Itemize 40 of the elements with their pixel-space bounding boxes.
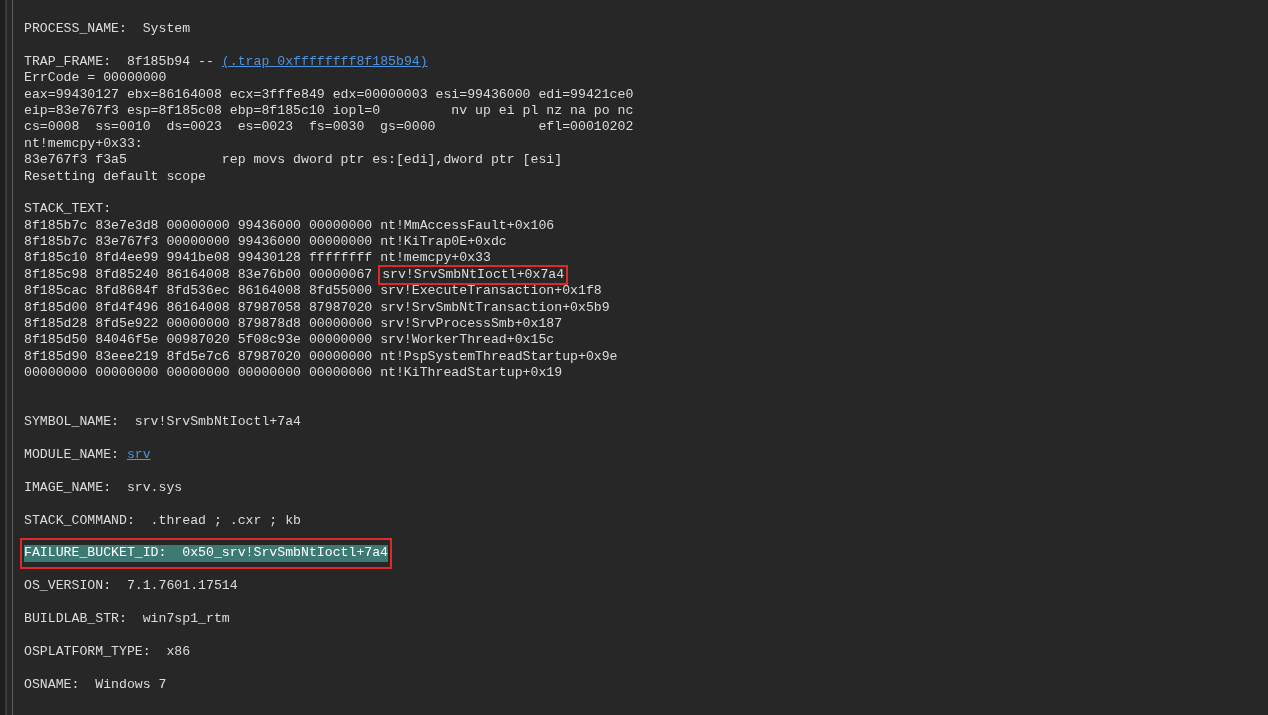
output-text: MODULE_NAME: <box>24 447 120 464</box>
stack-function: srv!SrvSmbNtIoctl+0x7a4 <box>378 264 569 286</box>
output-line: STACK_COMMAND: .thread ; .cxr ; kb <box>24 512 301 530</box>
output-text: TRAP_FRAME: 8f185b94 -- <box>24 53 215 71</box>
output-line: PROCESS_NAME: System <box>24 21 191 38</box>
output-line: BUILDLAB_STR: win7sp1_rtm <box>24 611 230 628</box>
stack-function: srv!SrvSmbNtTransaction+0x5b9 <box>380 299 610 317</box>
stack-function: nt!MmAccessFault+0x106 <box>380 217 555 235</box>
stack-frame-values: 8f185d50 84046f5e 00987020 5f08c93e 00000000 <box>24 332 374 349</box>
stack-function: nt!KiThreadStartup+0x19 <box>380 365 563 382</box>
output-line: eip=83e767f3 esp=8f185c08 ebp=8f185c10 iopl=0 nv up ei pl nz na po nc <box>24 102 634 120</box>
stack-function: nt!PspSystemThreadStartup+0x9e <box>380 348 618 366</box>
stack-function: nt!memcpy+0x33 <box>380 250 491 267</box>
output-line: SYMBOL_NAME: srv!SrvSmbNtIoctl+7a4 <box>24 414 301 431</box>
output-line: nt!memcpy+0x33: <box>24 135 143 153</box>
output-line: ErrCode = 00000000 <box>24 70 167 87</box>
stack-function: srv!WorkerThread+0x15c <box>380 332 555 349</box>
stack-frame-values: 8f185b7c 83e7e3d8 00000000 99436000 00000000 <box>24 217 374 235</box>
stack-function: nt!KiTrap0E+0xdc <box>380 234 507 251</box>
stack-frame-values: 8f185b7c 83e767f3 00000000 99436000 00000000 <box>24 234 374 251</box>
stack-frame-values: 8f185d28 8fd5e922 00000000 879878d8 00000000 <box>24 316 374 333</box>
stack-frame-values: 00000000 00000000 00000000 00000000 00000000 <box>24 365 374 382</box>
stack-function: srv!ExecuteTransaction+0x1f8 <box>380 283 602 300</box>
output-line: OS_VERSION: 7.1.7601.17514 <box>24 578 238 595</box>
output-line: Resetting default scope <box>24 168 207 185</box>
command-link[interactable]: srv <box>126 447 151 464</box>
stack-frame-values: 8f185cac 8fd8684f 8fd536ec 86164008 8fd55000 <box>24 283 374 300</box>
stack-frame-values: 8f185c98 8fd85240 86164008 83e76b00 00000067 <box>24 266 374 284</box>
output-line: OSNAME: Windows 7 <box>24 676 167 693</box>
output-line: eax=99430127 ebx=86164008 ecx=3fffe849 edx=00000003 esi=99436000 edi=99421ce0 <box>24 86 634 103</box>
output-line: cs=0008 ss=0010 ds=0023 es=0023 fs=0030 gs=0000 efl=00010202 <box>24 119 634 136</box>
output-line: IMAGE_NAME: srv.sys <box>24 479 183 497</box>
stack-function: srv!SrvProcessSmb+0x187 <box>380 316 563 333</box>
output-line: 83e767f3 f3a5 rep movs dword ptr es:[edi],dword ptr [esi] <box>24 152 563 169</box>
output-line: OSPLATFORM_TYPE: x86 <box>24 643 191 661</box>
command-link[interactable]: (.trap 0xffffffff8f185b94) <box>221 53 428 71</box>
stack-frame-values: 8f185c10 8fd4ee99 9941be08 99430128 ffffffff <box>24 250 374 267</box>
output-line: STACK_TEXT: <box>24 201 112 218</box>
stack-frame-values: 8f185d90 83eee219 8fd5e7c6 87987020 00000000 <box>24 348 374 366</box>
stack-frame-values: 8f185d00 8fd4f496 86164008 87987058 87987020 <box>24 299 374 317</box>
